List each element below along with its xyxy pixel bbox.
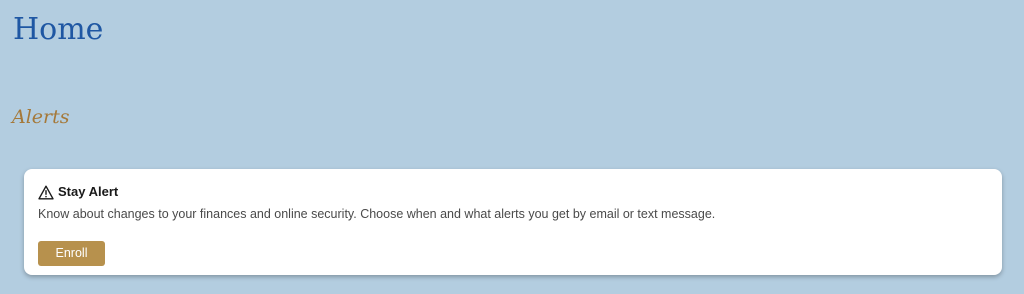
warning-triangle-icon	[38, 185, 54, 200]
alert-description: Know about changes to your finances and …	[38, 207, 716, 221]
alert-header: Stay Alert	[38, 183, 118, 201]
stay-alert-card: Stay Alert Know about changes to your fi…	[24, 169, 1002, 275]
alerts-section-title: Alerts	[12, 106, 70, 128]
alert-title: Stay Alert	[58, 184, 119, 199]
page-title: Home	[13, 12, 104, 47]
enroll-button[interactable]: Enroll	[38, 241, 105, 266]
